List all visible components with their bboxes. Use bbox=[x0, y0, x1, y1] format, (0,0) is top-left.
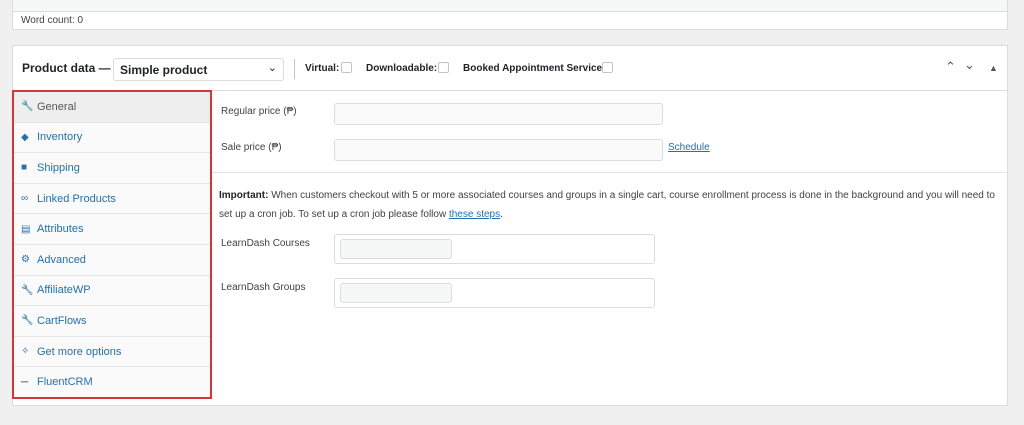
collapse-toggle-icon[interactable]: ▲ bbox=[989, 63, 998, 73]
virtual-checkbox[interactable] bbox=[341, 62, 352, 73]
these-steps-link[interactable]: these steps bbox=[449, 209, 500, 220]
tabs-highlight-box bbox=[12, 90, 212, 399]
learndash-groups-select[interactable] bbox=[334, 278, 655, 308]
section-divider bbox=[212, 172, 1007, 173]
regular-price-label: Regular price (₱) bbox=[221, 106, 297, 117]
notice-strong: Important: bbox=[219, 190, 269, 201]
virtual-label: Virtual: bbox=[305, 63, 340, 74]
product-type-value: Simple product bbox=[120, 63, 208, 77]
learndash-courses-search[interactable] bbox=[340, 239, 452, 259]
sale-price-label: Sale price (₱) bbox=[221, 142, 282, 153]
regular-price-input[interactable] bbox=[334, 103, 663, 125]
word-count: Word count: 0 bbox=[12, 11, 1008, 30]
schedule-link[interactable]: Schedule bbox=[668, 142, 710, 153]
booked-appointment-label: Booked Appointment Service: bbox=[463, 63, 606, 74]
product-data-label: Product data — bbox=[22, 61, 111, 75]
cron-notice: Important: When customers checkout with … bbox=[219, 186, 1004, 224]
move-down-icon[interactable]: ⌄ bbox=[964, 57, 975, 73]
notice-end: . bbox=[500, 209, 503, 220]
chevron-down-icon: ⌄ bbox=[267, 62, 277, 74]
learndash-courses-label: LearnDash Courses bbox=[221, 238, 310, 249]
downloadable-label: Downloadable: bbox=[366, 63, 438, 74]
learndash-groups-label: LearnDash Groups bbox=[221, 282, 306, 293]
downloadable-checkbox[interactable] bbox=[438, 62, 449, 73]
product-data-header: Product data — Simple product ⌄ Virtual:… bbox=[13, 46, 1007, 91]
learndash-groups-search[interactable] bbox=[340, 283, 452, 303]
notice-text: When customers checkout with 5 or more a… bbox=[219, 190, 995, 220]
learndash-courses-select[interactable] bbox=[334, 234, 655, 264]
booked-appointment-checkbox[interactable] bbox=[602, 62, 613, 73]
editor-toolbar-bottom bbox=[12, 0, 1008, 11]
header-divider bbox=[294, 59, 295, 79]
move-up-icon[interactable]: ⌃ bbox=[945, 59, 956, 75]
product-type-select[interactable]: Simple product ⌄ bbox=[113, 58, 284, 81]
general-tab-panel: Regular price (₱) Sale price (₱) Schedul… bbox=[212, 92, 1007, 405]
sale-price-input[interactable] bbox=[334, 139, 663, 161]
